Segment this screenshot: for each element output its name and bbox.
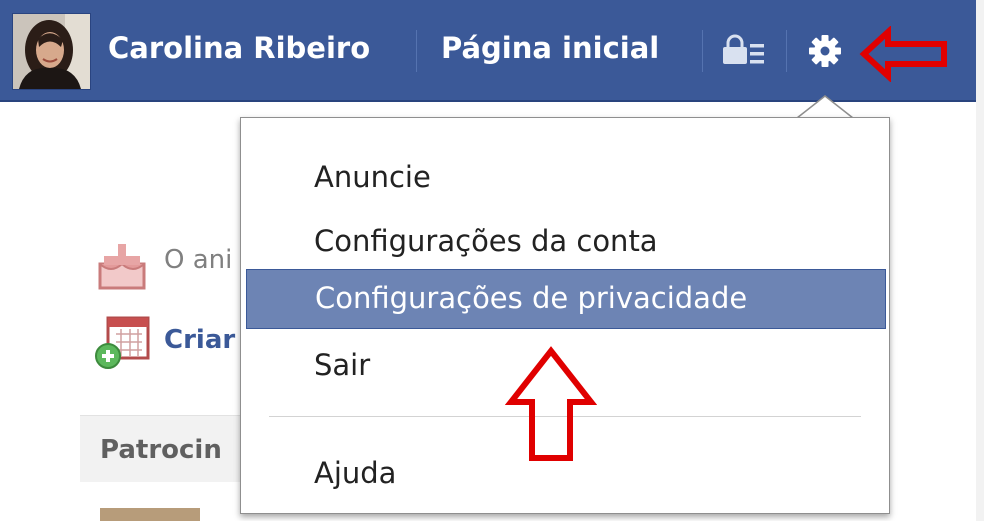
home-link[interactable]: Página inicial xyxy=(441,28,659,68)
menu-item-account-settings[interactable]: Configurações da conta xyxy=(246,212,886,272)
privacy-shortcut-icon xyxy=(723,34,764,64)
annotation-arrow-left-icon xyxy=(859,26,947,82)
menu-item-privacy-settings[interactable]: Configurações de privacidade xyxy=(246,269,886,329)
avatar[interactable] xyxy=(12,13,91,90)
birthday-cake-icon xyxy=(98,244,146,290)
menu-item-label: Configurações de privacidade xyxy=(315,281,748,315)
gear-icon xyxy=(809,35,841,67)
sponsored-heading: Patrocin xyxy=(100,435,222,465)
top-navigation-bar: Carolina Ribeiro Página inicial xyxy=(0,0,976,102)
page-edge xyxy=(976,0,984,521)
menu-item-label: Configurações da conta xyxy=(314,224,658,258)
nav-divider xyxy=(786,30,787,72)
annotation-arrow-up-icon xyxy=(505,346,597,461)
nav-divider xyxy=(416,30,417,72)
birthday-text: O ani xyxy=(164,245,233,275)
create-link-text: Criar xyxy=(164,325,236,355)
ad-thumbnail[interactable] xyxy=(100,508,200,521)
profile-photo xyxy=(13,14,90,89)
nav-divider xyxy=(702,30,703,72)
privacy-shortcuts-button[interactable] xyxy=(720,33,768,69)
menu-item-label: Anuncie xyxy=(314,160,431,194)
sponsored-section-header: Patrocin xyxy=(80,415,255,482)
dropdown-pointer xyxy=(796,95,854,119)
calendar-add-icon xyxy=(95,316,150,369)
menu-item-label: Sair xyxy=(314,348,371,382)
account-settings-button[interactable] xyxy=(800,26,850,76)
profile-name-link[interactable]: Carolina Ribeiro xyxy=(108,28,370,68)
menu-item-label: Ajuda xyxy=(314,456,397,490)
menu-item-advertise[interactable]: Anuncie xyxy=(246,148,886,208)
